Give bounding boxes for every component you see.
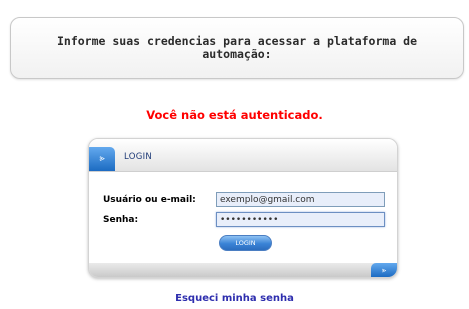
instructions-text: Informe suas credencias para acessar a p… — [56, 34, 418, 61]
forgot-password-link[interactable]: Esqueci minha senha — [0, 293, 469, 304]
password-input[interactable] — [216, 212, 385, 227]
login-panel: ⪢ LOGIN Usuário ou e-mail: Senha: LOGIN … — [88, 138, 398, 278]
instructions-banner: Informe suas credencias para acessar a p… — [10, 17, 464, 79]
login-button[interactable]: LOGIN — [219, 235, 272, 251]
user-input[interactable] — [216, 192, 385, 207]
double-chevron-icon: ⪢ — [371, 263, 397, 277]
user-label: Usuário ou e-mail: — [103, 195, 196, 205]
auth-error-message: Você não está autenticado. — [146, 108, 323, 122]
double-chevron-icon: ⪢ — [89, 147, 115, 171]
login-title: LOGIN — [124, 152, 153, 162]
login-footer: ⪢ — [89, 263, 397, 277]
password-label: Senha: — [103, 215, 139, 225]
login-header: ⪢ LOGIN — [89, 139, 397, 172]
